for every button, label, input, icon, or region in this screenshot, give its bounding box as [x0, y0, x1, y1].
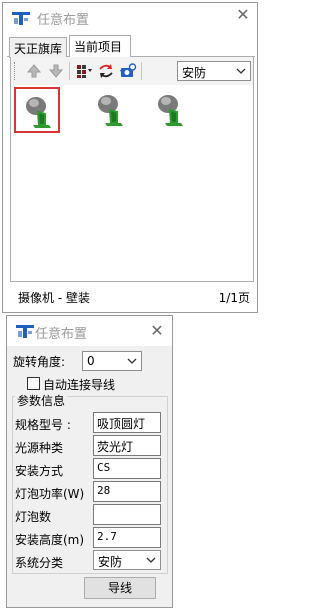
install-method-input[interactable]: CS: [93, 458, 161, 479]
page-indicator: 1/1页: [218, 291, 250, 305]
light-source-input[interactable]: 荧光灯: [93, 435, 161, 456]
spec-model-input[interactable]: 吸顶圆灯: [93, 412, 161, 433]
bulb-power-input[interactable]: 28: [93, 481, 161, 502]
camera-icon[interactable]: [119, 62, 137, 80]
system-category-value: 安防: [98, 555, 123, 569]
system-category-label: 系统分类: [15, 556, 64, 570]
wire-button[interactable]: 导线: [84, 577, 156, 599]
chevron-down-icon: [146, 557, 156, 563]
tab-label: 当前项目: [74, 40, 123, 54]
system-category-select[interactable]: 安防: [93, 550, 161, 570]
close-icon[interactable]: ✕: [149, 323, 165, 339]
install-method-label: 安装方式: [15, 464, 64, 478]
wall-camera-icon: [158, 95, 183, 126]
light-source-label: 光源种类: [15, 441, 64, 455]
bulb-count-input[interactable]: [93, 504, 161, 525]
rotation-angle-select[interactable]: 0: [82, 351, 142, 371]
category-select-value: 安防: [182, 66, 207, 80]
layout-panel-properties: 任意布置 ✕ 旋转角度: 0 自动连接导线 参数信息 规格型号 : 吸顶圆灯 光…: [6, 315, 173, 608]
rotation-angle-value: 0: [87, 354, 95, 368]
chevron-down-icon: [127, 358, 137, 364]
install-height-input[interactable]: 2.7: [93, 527, 161, 548]
layout-panel-library: 任意布置 ✕ 天正旗库 当前项目 安防 摄像机 - 壁装 1/1页: [2, 2, 258, 313]
category-select[interactable]: 安防: [177, 61, 251, 81]
install-height-label: 安装高度(m): [15, 533, 85, 547]
rotation-angle-label: 旋转角度:: [13, 355, 66, 369]
library-item-wall-camera[interactable]: [88, 87, 134, 133]
toolbar-grip[interactable]: [14, 62, 17, 80]
library-tabs: 天正旗库 当前项目: [7, 35, 255, 58]
bulb-power-label: 灯泡功率(W): [15, 487, 85, 501]
library-content: 安防: [10, 57, 254, 282]
bulb-count-label: 灯泡数: [15, 510, 52, 524]
library-item-wall-camera[interactable]: [148, 87, 194, 133]
status-bar: 摄像机 - 壁装 1/1页: [10, 285, 254, 307]
library-toolbar: 安防: [11, 57, 253, 85]
app-logo-icon: [11, 9, 31, 27]
panel-title: 任意布置: [35, 327, 88, 342]
tab-current-project[interactable]: 当前项目: [69, 35, 131, 58]
chevron-down-icon: [236, 68, 246, 74]
spec-model-label: 规格型号 :: [15, 418, 71, 432]
panel-titlebar[interactable]: 任意布置 ✕: [7, 316, 172, 346]
close-icon[interactable]: ✕: [235, 7, 251, 23]
params-title: 参数信息: [15, 392, 68, 409]
tab-tianzheng-library[interactable]: 天正旗库: [9, 37, 67, 58]
grid-icon[interactable]: [75, 62, 93, 80]
auto-connect-checkbox[interactable]: [27, 377, 40, 390]
selected-item-name: 摄像机 - 壁装: [18, 291, 90, 305]
toolbar-separator: [141, 62, 142, 80]
down-arrow-icon[interactable]: [47, 62, 65, 80]
panel-title: 任意布置: [37, 13, 90, 28]
panel-titlebar[interactable]: 任意布置 ✕: [3, 3, 257, 31]
swap-icon[interactable]: [97, 62, 115, 80]
wall-camera-icon: [26, 97, 51, 128]
auto-connect-label: 自动连接导线: [43, 378, 116, 392]
tab-label: 天正旗库: [14, 42, 63, 56]
app-logo-icon: [15, 322, 35, 340]
library-item-wall-camera[interactable]: [14, 87, 60, 133]
up-arrow-icon[interactable]: [25, 62, 43, 80]
toolbar-separator: [69, 62, 70, 80]
wall-camera-icon: [98, 95, 123, 126]
